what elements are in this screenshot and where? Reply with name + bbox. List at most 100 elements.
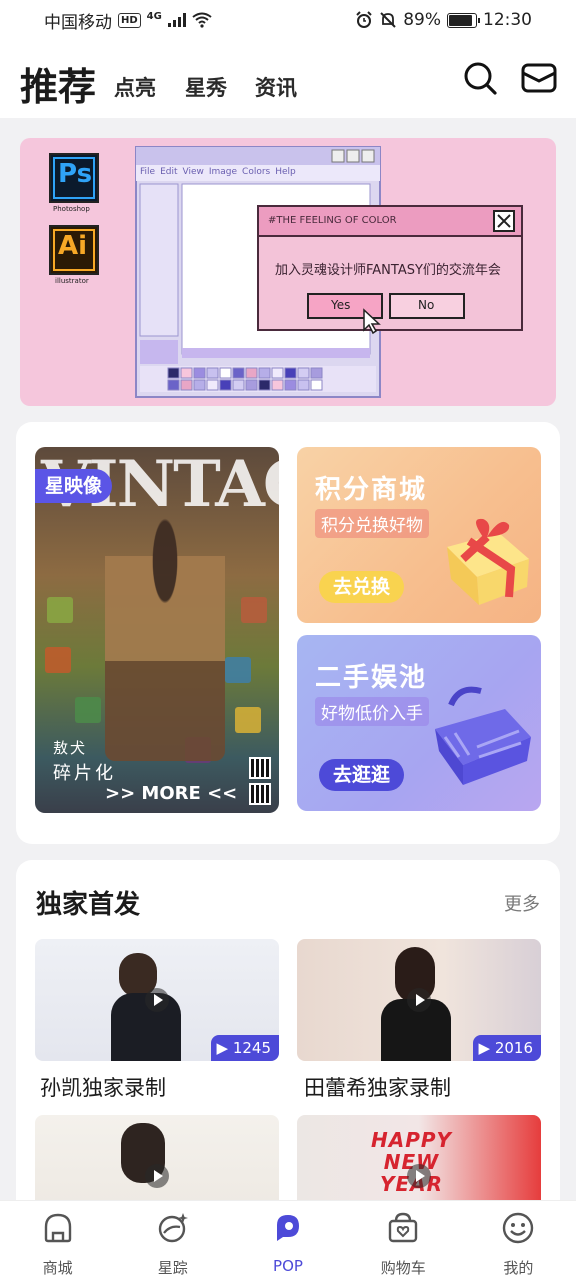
wifi-icon [192, 12, 212, 28]
play-icon[interactable] [145, 1164, 169, 1188]
menu-item: Colors [242, 167, 271, 177]
battery-icon [447, 12, 480, 28]
nav-item-star-track[interactable]: 星踪 [115, 1201, 230, 1280]
photoshop-logo: Ps [58, 159, 93, 189]
secondhand-card[interactable]: 二手娱池 好物低价入手 去逛逛 [297, 635, 541, 811]
palette-swatch [245, 379, 258, 391]
points-mall-title: 积分商城 [315, 475, 428, 505]
nav-label: 我的 [503, 1259, 534, 1277]
video-caption[interactable]: 田蕾希独家录制 [304, 1072, 451, 1102]
palette-swatch [167, 367, 180, 379]
hd-badge: HD [118, 12, 141, 28]
browse-button[interactable]: 去逛逛 [319, 759, 405, 791]
play-icon[interactable] [407, 988, 431, 1012]
nav-item-me[interactable]: 我的 [461, 1201, 576, 1280]
carrier-name: 中国移动 [44, 12, 112, 33]
qr-code-icon [249, 783, 271, 805]
shop-icon [44, 1213, 71, 1243]
top-header: 推荐 点亮 星秀 资讯 [0, 40, 576, 118]
palette-swatch [284, 379, 297, 391]
model-figure [105, 511, 225, 761]
palette-swatch [284, 367, 297, 379]
palette-swatch [271, 379, 284, 391]
palette-swatch [180, 367, 193, 379]
signal-icon [167, 13, 186, 27]
star-badge: 星映像 [35, 469, 113, 503]
tab-zixun[interactable]: 资讯 [255, 72, 297, 102]
nav-item-cart[interactable]: 购物车 [346, 1201, 461, 1280]
qr-code-icon [249, 757, 271, 779]
alarm-icon [356, 11, 372, 28]
play-count-badge: ▶ 1245 [210, 1035, 279, 1061]
palette-swatch [310, 367, 323, 379]
poster-caption-title: 碎片化 [53, 763, 116, 784]
palette-swatch [245, 367, 258, 379]
palette-swatch [232, 379, 245, 391]
paint-menu-bar: File Edit View Image Colors Help [140, 167, 296, 177]
mail-icon[interactable] [520, 60, 558, 96]
dialog-title: #THE FEELING OF COLOR [268, 215, 397, 226]
palette-swatch [180, 379, 193, 391]
battery-percent: 89% [403, 10, 441, 30]
palette-swatch [193, 367, 206, 379]
tab-xingxiu[interactable]: 星秀 [185, 72, 227, 102]
tab-dianliang[interactable]: 点亮 [114, 72, 156, 102]
secondhand-subtitle: 好物低价入手 [315, 697, 429, 726]
palette-swatch [193, 379, 206, 391]
points-mall-card[interactable]: 积分商城 积分兑换好物 去兑换 [297, 447, 541, 623]
pop-icon [277, 1215, 299, 1241]
play-count-badge: ▶ 2016 [472, 1035, 541, 1061]
gift-box-icon [447, 518, 529, 605]
illustrator-logo: Ai [58, 231, 88, 261]
palette-swatch [310, 379, 323, 391]
palette-swatch [167, 379, 180, 391]
clock: 12:30 [483, 10, 532, 30]
planet-icon [158, 1213, 188, 1243]
menu-item: Help [275, 167, 296, 177]
palette-swatch [219, 367, 232, 379]
palette-swatch [271, 367, 284, 379]
feature-card: VINTAGE 星映像 敖犬 碎片化 >> MORE << 积分商城 积分兑换好… [16, 422, 560, 844]
video-caption[interactable]: 孙凯独家录制 [40, 1072, 166, 1102]
dialog-text: 加入灵魂设计师FANTASY们的交流年会 [275, 263, 501, 278]
redeem-button[interactable]: 去兑换 [319, 571, 405, 603]
menu-item: Image [208, 167, 238, 177]
mute-bell-icon [380, 12, 396, 28]
video-thumbnail[interactable]: ▶ 1245 [35, 939, 279, 1061]
nav-item-shop[interactable]: 商城 [0, 1201, 115, 1280]
palette-swatch [258, 367, 271, 379]
play-icon[interactable] [145, 988, 169, 1012]
menu-item: View [182, 167, 204, 177]
secondhand-title: 二手娱池 [315, 663, 428, 693]
palette-swatch [258, 379, 271, 391]
search-icon[interactable] [462, 60, 498, 96]
page-title[interactable]: 推荐 [20, 56, 96, 111]
poster-more-link[interactable]: >> MORE << [105, 783, 237, 804]
smile-icon [503, 1212, 534, 1244]
section-title: 独家首发 [36, 890, 141, 920]
dialog-yes-button[interactable]: Yes [331, 298, 350, 312]
nav-item-pop[interactable]: POP [230, 1201, 345, 1280]
video-thumbnail[interactable]: ▶ 2016 [297, 939, 541, 1061]
network-label: 4G [146, 10, 162, 22]
menu-item: Edit [160, 167, 178, 177]
illustrator-caption: illustrator [55, 277, 89, 285]
nav-label: 购物车 [380, 1259, 426, 1277]
promo-banner[interactable]: Ps Photoshop Ai illustrator File Edit View… [20, 138, 556, 406]
points-mall-subtitle: 积分兑换好物 [315, 509, 429, 538]
palette-swatch [206, 379, 219, 391]
menu-item: File [140, 167, 156, 177]
cart-icon [389, 1212, 418, 1243]
palette-swatch [206, 367, 219, 379]
nav-label: 商城 [42, 1259, 73, 1277]
nav-label: POP [273, 1257, 303, 1275]
status-bar: 中国移动 HD 4G 89% 12:30 [0, 0, 576, 40]
more-link[interactable]: 更多 [504, 890, 540, 916]
play-icon[interactable] [407, 1164, 431, 1188]
shopping-basket-icon [435, 686, 531, 785]
bottom-nav: 商城 星踪 POP 购物车 我的 [0, 1200, 576, 1280]
palette-swatch [232, 367, 245, 379]
vintage-poster[interactable]: VINTAGE 星映像 敖犬 碎片化 >> MORE << [35, 447, 279, 813]
poster-caption-name: 敖犬 [53, 739, 88, 757]
dialog-no-button[interactable]: No [418, 298, 434, 312]
